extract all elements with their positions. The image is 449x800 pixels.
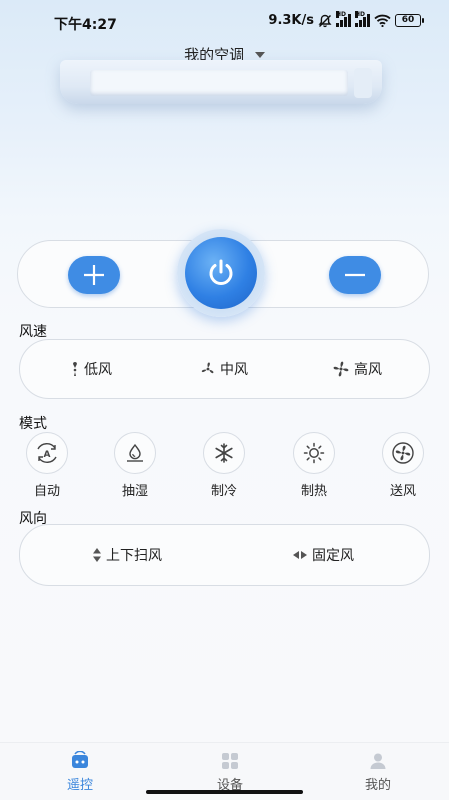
plus-icon (84, 265, 104, 285)
temperature-increase-button[interactable] (68, 256, 120, 294)
wind-swing-option[interactable]: 上下扫风 (92, 525, 162, 585)
mode-fan-label: 送风 (389, 484, 416, 499)
air-conditioner-illustration (60, 60, 382, 104)
fan-mid-icon (201, 362, 214, 374)
mode-fan-option[interactable]: 送风 (375, 432, 431, 499)
mode-auto-label: 自动 (33, 484, 60, 499)
fixed-direction-icon (293, 551, 307, 559)
signal-1-icon: HD (336, 11, 351, 27)
fan-speed-selector: 低风 中风 高风 (19, 339, 430, 399)
remote-icon (69, 751, 91, 771)
ac-vent (90, 70, 348, 96)
fan-speed-low-label: 低风 (84, 362, 112, 378)
home-indicator[interactable] (146, 790, 303, 794)
mute-bell-icon (318, 14, 332, 27)
mode-auto-circle: A (26, 432, 68, 474)
fan-speed-low-option[interactable]: 低风 (70, 340, 112, 398)
snowflake-icon (215, 443, 233, 463)
signal-2-icon: HD (355, 11, 370, 27)
battery-icon: 60 (395, 14, 424, 27)
mode-dehumidify-label: 抽湿 (121, 484, 148, 499)
mode-cool-label: 制冷 (210, 484, 237, 499)
sun-icon (303, 442, 325, 464)
status-time: 下午4:27 (54, 17, 117, 33)
caret-down-icon (254, 52, 265, 58)
power-icon (209, 259, 233, 285)
nav-item-profile[interactable]: 我的 (348, 751, 408, 793)
nav-label-profile: 我的 (364, 778, 391, 793)
fan-speed-mid-option[interactable]: 中风 (200, 340, 248, 398)
bottom-navigation: 遥控 设备 我的 (0, 742, 449, 800)
fan-speed-high-label: 高风 (354, 362, 382, 378)
wind-swing-label: 上下扫风 (106, 548, 162, 564)
dehumidify-icon (127, 443, 143, 462)
auto-mode-icon: A (37, 443, 57, 463)
svg-text:A: A (44, 450, 51, 460)
mode-heat-label: 制热 (300, 484, 327, 499)
mode-fan-circle (382, 432, 424, 474)
mode-title: 模式 (19, 416, 47, 432)
mode-dehumidify-option[interactable]: 抽湿 (107, 432, 163, 499)
wind-fixed-label: 固定风 (312, 548, 354, 564)
ac-edge (354, 68, 372, 98)
power-button-ring (177, 229, 265, 317)
status-icons: 9.3K/s HD HD 60 (268, 11, 424, 28)
swing-vertical-icon (93, 548, 101, 562)
temperature-decrease-button[interactable] (329, 256, 381, 294)
mode-heat-option[interactable]: 制热 (286, 432, 342, 499)
fan-icon (392, 442, 414, 464)
fan-speed-mid-label: 中风 (220, 362, 248, 378)
nav-item-devices[interactable]: 设备 (200, 751, 260, 793)
fan-low-icon (73, 362, 77, 376)
fan-high-icon (333, 361, 349, 377)
status-bar: 下午4:27 9.3K/s HD HD 60 (0, 0, 449, 44)
network-speed: 9.3K/s (268, 13, 314, 28)
devices-grid-icon (219, 751, 241, 771)
power-button[interactable] (185, 237, 257, 309)
profile-icon (367, 751, 389, 771)
mode-cool-option[interactable]: 制冷 (196, 432, 252, 499)
fan-speed-high-option[interactable]: 高风 (332, 340, 382, 398)
wind-fixed-option[interactable]: 固定风 (292, 525, 354, 585)
wind-direction-selector: 上下扫风 固定风 (19, 524, 430, 586)
wifi-icon (374, 14, 391, 27)
mode-auto-option[interactable]: A 自动 (19, 432, 75, 499)
mode-cool-circle (203, 432, 245, 474)
minus-icon (345, 273, 365, 277)
mode-heat-circle (293, 432, 335, 474)
nav-item-remote[interactable]: 遥控 (50, 751, 110, 793)
nav-label-remote: 遥控 (66, 778, 93, 793)
fan-speed-title: 风速 (19, 324, 47, 340)
mode-dehumidify-circle (114, 432, 156, 474)
